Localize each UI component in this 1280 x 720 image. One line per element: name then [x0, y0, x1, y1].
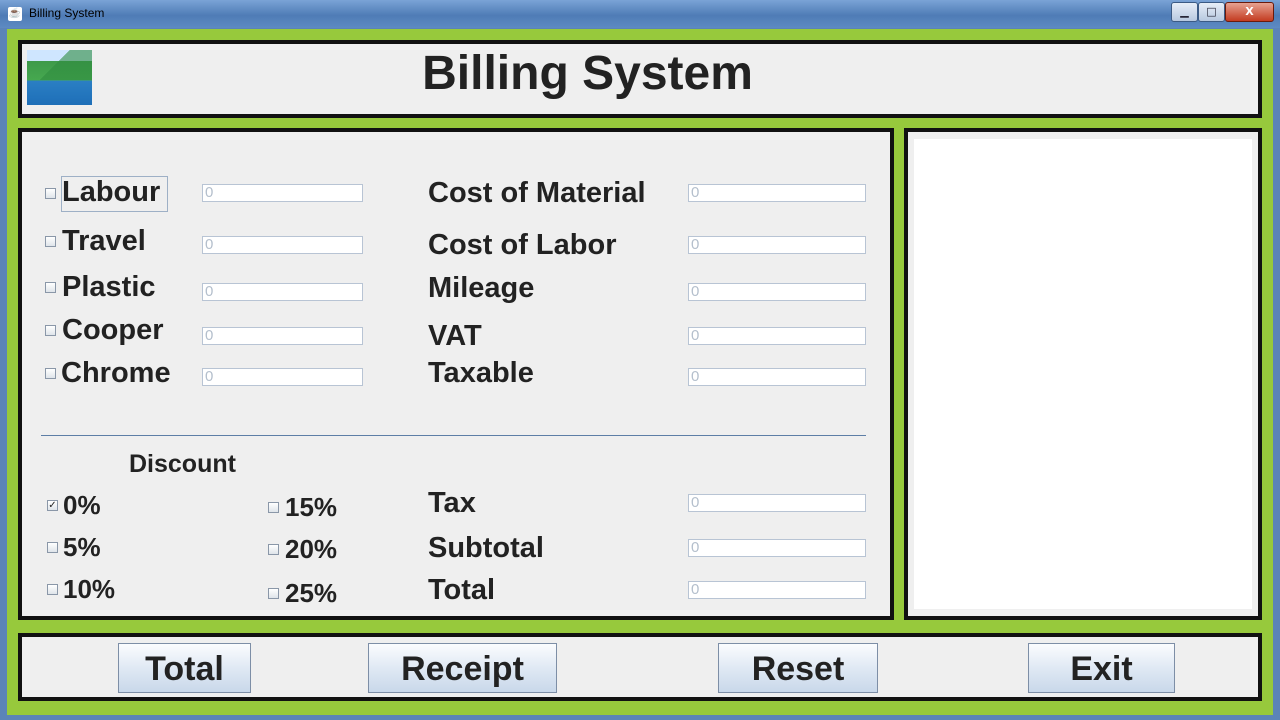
discount-25-checkbox[interactable]	[268, 588, 279, 599]
maximize-button[interactable]: □	[1198, 2, 1225, 22]
discount-5-checkbox[interactable]	[47, 542, 58, 553]
discount-20-label: 20%	[285, 534, 338, 564]
cooper-checkbox[interactable]	[45, 325, 56, 336]
discount-0-label: 0%	[63, 490, 101, 520]
discount-20-checkbox[interactable]	[268, 544, 279, 555]
taxable-label: Taxable	[428, 357, 534, 389]
tax-label: Tax	[428, 487, 476, 519]
labour-label: Labour	[62, 176, 161, 208]
chrome-checkbox[interactable]	[45, 368, 56, 379]
plastic-checkbox[interactable]	[45, 282, 56, 293]
cost-of-material-label: Cost of Material	[428, 177, 646, 209]
mileage-field[interactable]: 0	[688, 283, 866, 301]
minimize-button[interactable]: ▁	[1171, 2, 1198, 22]
travel-label: Travel	[62, 225, 146, 257]
discount-15-checkbox[interactable]	[268, 502, 279, 513]
discount-5-label: 5%	[63, 532, 101, 562]
discount-15-label: 15%	[285, 492, 338, 522]
page-title: Billing System	[422, 47, 753, 100]
exit-button[interactable]: Exit	[1028, 643, 1175, 693]
window-titlebar[interactable]	[0, 0, 1280, 28]
chrome-field[interactable]: 0	[202, 368, 363, 386]
java-app-icon: ☕	[8, 7, 22, 21]
tax-field[interactable]: 0	[688, 494, 866, 512]
labour-field[interactable]: 0	[202, 184, 363, 202]
discount-0-checkbox[interactable]: ✓	[47, 500, 58, 511]
discount-10-checkbox[interactable]	[47, 584, 58, 595]
close-button[interactable]: X	[1225, 2, 1274, 22]
receipt-button[interactable]: Receipt	[368, 643, 557, 693]
discount-10-label: 10%	[63, 574, 116, 604]
mileage-label: Mileage	[428, 272, 535, 304]
subtotal-field[interactable]: 0	[688, 539, 866, 557]
total-field[interactable]: 0	[688, 581, 866, 599]
vat-field[interactable]: 0	[688, 327, 866, 345]
total-button[interactable]: Total	[118, 643, 251, 693]
cooper-field[interactable]: 0	[202, 327, 363, 345]
reset-button[interactable]: Reset	[718, 643, 878, 693]
section-divider	[41, 435, 866, 436]
labour-checkbox[interactable]	[45, 188, 56, 199]
window-title: Billing System	[29, 6, 105, 20]
chrome-label: Chrome	[61, 357, 171, 389]
plastic-field[interactable]: 0	[202, 283, 363, 301]
total-label: Total	[428, 574, 496, 606]
travel-field[interactable]: 0	[202, 236, 363, 254]
vat-label: VAT	[428, 320, 482, 352]
cost-of-labor-label: Cost of Labor	[428, 229, 617, 261]
cost-of-labor-field[interactable]: 0	[688, 236, 866, 254]
cost-of-material-field[interactable]: 0	[688, 184, 866, 202]
plastic-label: Plastic	[62, 271, 156, 303]
discount-25-label: 25%	[285, 578, 338, 608]
taxable-field[interactable]: 0	[688, 368, 866, 386]
subtotal-label: Subtotal	[428, 532, 544, 564]
receipt-textarea[interactable]	[914, 139, 1252, 609]
travel-checkbox[interactable]	[45, 236, 56, 247]
cooper-label: Cooper	[62, 314, 164, 346]
discount-title: Discount	[129, 450, 236, 478]
